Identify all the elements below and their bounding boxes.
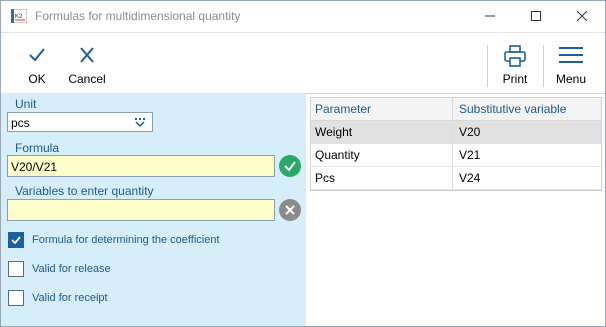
close-icon xyxy=(577,11,587,21)
menu-label: Menu xyxy=(555,72,587,86)
cancel-label: Cancel xyxy=(68,72,106,86)
checkbox-check-icon xyxy=(11,236,21,244)
hamburger-menu-icon xyxy=(559,47,583,63)
coefficient-checkbox-label: Formula for determining the coefficient xyxy=(32,234,220,246)
column-divider xyxy=(452,98,453,120)
cancel-button[interactable]: Cancel xyxy=(63,33,111,93)
print-label: Print xyxy=(502,72,528,86)
variables-invalid-indicator xyxy=(279,199,301,221)
cell-parameter: Pcs xyxy=(315,171,336,185)
menu-button[interactable]: Menu xyxy=(547,33,595,93)
unit-label: Unit xyxy=(15,97,37,111)
close-button[interactable] xyxy=(559,1,605,32)
formula-value: V20/V21 xyxy=(11,160,58,174)
svg-text:K2: K2 xyxy=(15,14,23,20)
maximize-icon xyxy=(531,11,541,21)
ok-button[interactable]: OK xyxy=(19,33,55,93)
print-button[interactable]: Print xyxy=(491,33,539,93)
column-header-variable[interactable]: Substitutive variable xyxy=(459,102,566,116)
ok-label: OK xyxy=(28,72,46,86)
toolbar: OK Cancel Print Menu xyxy=(1,32,605,94)
column-header-parameter[interactable]: Parameter xyxy=(315,102,371,116)
app-icon: K2 xyxy=(11,9,27,23)
release-checkbox[interactable] xyxy=(8,261,24,277)
release-checkbox-label: Valid for release xyxy=(32,263,111,275)
cell-variable: V24 xyxy=(459,171,481,185)
column-divider xyxy=(452,144,453,166)
formula-valid-indicator xyxy=(279,155,301,177)
maximize-button[interactable] xyxy=(513,1,559,32)
valid-check-icon xyxy=(284,161,296,172)
check-icon xyxy=(29,48,45,62)
form-panel: Unit pcs Formula V20/V21 Variables to en… xyxy=(1,93,306,326)
table-header: Parameter Substitutive variable xyxy=(311,98,601,121)
formula-label: Formula xyxy=(15,141,60,155)
unit-select[interactable]: pcs xyxy=(7,112,153,132)
window-title: Formulas for multidimensional quantity xyxy=(35,9,241,23)
column-divider xyxy=(452,121,453,143)
column-divider xyxy=(452,167,453,189)
receipt-checkbox-label: Valid for receipt xyxy=(32,292,108,304)
formula-dialog: K2 Formulas for multidimensional quantit… xyxy=(0,0,606,327)
unit-value: pcs xyxy=(11,116,30,130)
x-icon xyxy=(80,47,94,63)
formula-input[interactable]: V20/V21 xyxy=(7,155,275,177)
toolbar-separator xyxy=(543,45,544,87)
cell-variable: V20 xyxy=(459,125,481,139)
table-row[interactable]: Pcs V24 xyxy=(311,167,601,190)
minimize-icon xyxy=(485,15,495,17)
toolbar-separator xyxy=(487,45,488,87)
table-row[interactable]: Quantity V21 xyxy=(311,144,601,167)
parameter-table: Parameter Substitutive variable Weight V… xyxy=(310,97,602,191)
coefficient-checkbox[interactable] xyxy=(8,232,24,248)
dropdown-icon xyxy=(135,118,145,127)
cell-parameter: Quantity xyxy=(315,148,360,162)
variables-label: Variables to enter quantity xyxy=(15,184,154,198)
receipt-checkbox[interactable] xyxy=(8,290,24,306)
variables-input[interactable] xyxy=(7,199,275,221)
cell-variable: V21 xyxy=(459,148,481,162)
table-row[interactable]: Weight V20 xyxy=(311,121,601,144)
invalid-x-icon xyxy=(285,205,295,215)
printer-icon xyxy=(504,45,526,67)
cell-parameter: Weight xyxy=(315,125,353,139)
minimize-button[interactable] xyxy=(467,1,513,32)
title-bar: K2 Formulas for multidimensional quantit… xyxy=(1,1,605,32)
